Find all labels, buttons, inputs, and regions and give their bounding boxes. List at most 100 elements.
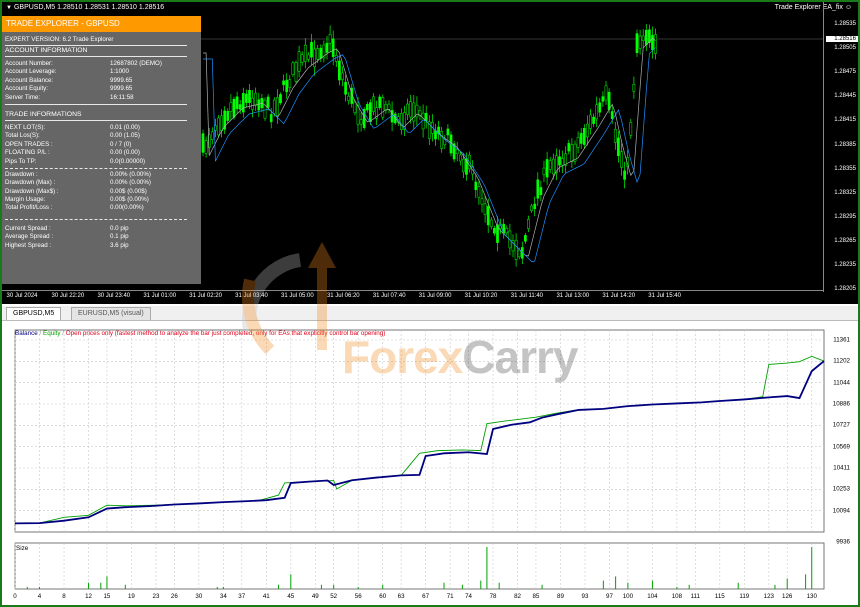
candle-body bbox=[356, 105, 360, 125]
candle-body bbox=[381, 97, 385, 118]
candle-body bbox=[297, 51, 301, 72]
tester-graph[interactable]: Balance / Equity / Open prices only (fas… bbox=[2, 321, 858, 605]
tab-eurusd-visual[interactable]: EURUSD,M5 (visual) bbox=[71, 307, 151, 320]
candle-body bbox=[217, 117, 220, 136]
candle-body bbox=[493, 228, 496, 234]
candle-body bbox=[524, 235, 527, 242]
x-tick-label: 26 bbox=[170, 593, 178, 600]
candle-body bbox=[251, 97, 254, 110]
candle-body bbox=[365, 104, 369, 111]
candle-body bbox=[319, 47, 323, 59]
account-info-header: ACCOUNT INFORMATION bbox=[5, 47, 88, 54]
x-tick-label: 15 bbox=[103, 593, 111, 600]
info-row: Account Number: 12687802 (DEMO) bbox=[2, 60, 201, 68]
candle-body bbox=[344, 81, 347, 95]
info-label: Server Time: bbox=[5, 93, 41, 101]
candle-body bbox=[235, 96, 239, 110]
info-row: Margin Usage: 0.00$ (0.00%) bbox=[2, 196, 201, 204]
candle-body bbox=[610, 111, 614, 119]
candle-body bbox=[595, 104, 599, 120]
candle-body bbox=[201, 133, 205, 153]
info-label: OPEN TRADES : bbox=[5, 140, 53, 148]
time-tick-label: 31 Jul 02:20 bbox=[189, 293, 222, 299]
candle-body bbox=[654, 34, 657, 54]
x-tick-label: 34 bbox=[219, 593, 227, 600]
candle-body bbox=[641, 35, 645, 41]
x-tick-label: 93 bbox=[581, 593, 589, 600]
info-label: Highest Spread : bbox=[5, 241, 52, 249]
price-chart[interactable]: ▼ GBPUSD,M5 1.28510 1.28531 1.28510 1.285… bbox=[2, 2, 858, 304]
info-value: 0.0(0.00000) bbox=[110, 157, 146, 165]
candle-body bbox=[551, 158, 555, 175]
info-row: Account Leverage: 1:1000 bbox=[2, 68, 201, 76]
x-tick-label: 111 bbox=[690, 593, 700, 600]
price-tick-label: 1.28355 bbox=[834, 165, 856, 172]
moving-average-line bbox=[203, 38, 656, 257]
candle-body bbox=[607, 91, 611, 110]
candle-body bbox=[455, 149, 459, 154]
info-value: 0.01 (0.00) bbox=[110, 123, 140, 131]
candle-body bbox=[272, 99, 276, 114]
expert-version: EXPERT VERSION: 6.2 Trade Explorer bbox=[5, 36, 114, 43]
terminal-window: ▼ GBPUSD,M5 1.28510 1.28531 1.28510 1.285… bbox=[2, 2, 858, 605]
tab-gbpusd[interactable]: GBPUSD,M5 bbox=[6, 307, 62, 320]
x-tick-label: 67 bbox=[422, 593, 430, 600]
candle-body bbox=[279, 94, 282, 104]
candle-body bbox=[387, 103, 391, 110]
x-tick-label: 78 bbox=[489, 593, 497, 600]
x-tick-label: 41 bbox=[262, 593, 270, 600]
candle-body bbox=[623, 170, 626, 180]
time-tick-label: 31 Jul 10:20 bbox=[464, 293, 498, 299]
balance-equity-chart[interactable] bbox=[2, 321, 858, 605]
candle-body bbox=[229, 102, 233, 112]
candle-body bbox=[257, 99, 261, 111]
x-tick-label: 23 bbox=[152, 593, 160, 600]
moving-average-line bbox=[203, 47, 656, 262]
candle-body bbox=[409, 101, 413, 118]
time-tick-label: 31 Jul 09:00 bbox=[418, 293, 452, 299]
info-value: 12687802 (DEMO) bbox=[110, 60, 162, 67]
candle-body bbox=[474, 181, 478, 191]
info-value: 0.00$ (0.00%) bbox=[110, 196, 149, 204]
info-value: 16:11:58 bbox=[110, 93, 134, 101]
info-row: OPEN TRADES : 0 / 7 (0) bbox=[2, 141, 201, 149]
candle-body bbox=[536, 179, 540, 199]
info-row: Account Equity: 9999.65 bbox=[2, 85, 201, 93]
candle-body bbox=[604, 85, 608, 101]
candle-body bbox=[514, 239, 518, 260]
size-subchart-label: Size bbox=[16, 545, 29, 552]
x-tick-label: 0 bbox=[13, 593, 17, 600]
candle-body bbox=[629, 122, 633, 136]
x-tick-label: 119 bbox=[739, 593, 750, 600]
dropdown-triangle-icon: ▼ bbox=[6, 5, 12, 11]
candle-body bbox=[245, 93, 248, 103]
size-frame bbox=[14, 542, 825, 590]
time-axis[interactable]: 30 Jul 2024 30 Jul 22:20 30 Jul 23:40 31 Ju… bbox=[2, 290, 824, 305]
candle-body bbox=[341, 72, 344, 80]
graph-legend: Balance / Equity / Open prices only (fas… bbox=[15, 330, 385, 337]
candle-body bbox=[620, 151, 623, 168]
candle-body bbox=[545, 159, 549, 178]
y-tick-label: 11202 bbox=[833, 357, 850, 365]
x-tick-label: 45 bbox=[287, 593, 295, 600]
candle-body bbox=[567, 143, 571, 152]
candle-body bbox=[517, 249, 521, 258]
info-label: Drawdown (Max$) : bbox=[5, 187, 59, 195]
candle-body bbox=[558, 156, 561, 166]
candle-body bbox=[226, 111, 230, 121]
x-tick-label: 71 bbox=[446, 593, 454, 600]
info-row: NEXT LOT(S): 0.01 (0.00) bbox=[2, 124, 201, 132]
candle-body bbox=[651, 35, 654, 51]
candle-body bbox=[325, 42, 329, 53]
time-tick-label: 31 Jul 06:20 bbox=[326, 293, 360, 299]
price-axis[interactable]: 1.28535 1.28505 1.28475 1.28445 1.28415 1.283… bbox=[823, 2, 858, 292]
candle-body bbox=[347, 95, 351, 101]
info-value: 0.00% (0.00%) bbox=[110, 179, 151, 187]
price-tick-label: 1.28265 bbox=[834, 237, 856, 244]
candle-body bbox=[400, 113, 403, 130]
info-row: Drawdown (Max) : 0.00% (0.00%) bbox=[2, 179, 201, 187]
info-row: Total Profit/Loss : 0.00(0.00%) bbox=[2, 204, 201, 212]
candle-body bbox=[406, 103, 409, 115]
time-tick-label: 31 Jul 07:40 bbox=[372, 293, 406, 299]
time-tick-label: 31 Jul 14:20 bbox=[602, 293, 636, 299]
